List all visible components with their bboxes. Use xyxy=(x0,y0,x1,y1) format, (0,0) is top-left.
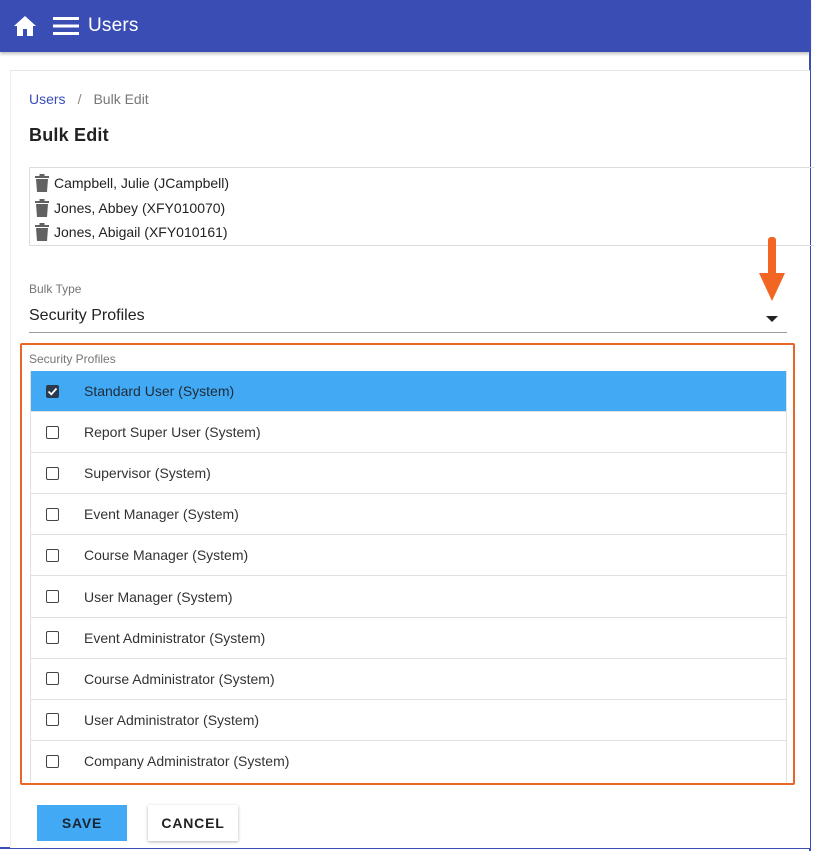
security-profile-option[interactable]: Company Administrator (System) xyxy=(31,740,786,782)
security-profile-option[interactable]: Course Administrator (System) xyxy=(31,658,786,700)
security-profile-label: Event Manager (System) xyxy=(84,506,239,523)
security-profile-label: Course Manager (System) xyxy=(84,547,249,564)
breadcrumb: Users / Bulk Edit xyxy=(29,91,149,107)
selected-users-list: Campbell, Julie (JCampbell) Jones, Abbey… xyxy=(29,167,814,246)
security-profile-label: Event Administrator (System) xyxy=(84,629,266,646)
app-bar: Users xyxy=(0,0,810,52)
security-profile-option[interactable]: User Administrator (System) xyxy=(31,699,786,741)
security-profile-option[interactable]: Event Manager (System) xyxy=(31,494,786,536)
orange-arrow-annotation-icon xyxy=(759,237,785,301)
security-profile-label: User Manager (System) xyxy=(84,588,233,605)
security-profile-option[interactable]: Course Manager (System) xyxy=(31,535,786,577)
bulk-type-select[interactable]: Security Profiles xyxy=(29,303,787,333)
selected-user-name: Jones, Abbey (XFY010070) xyxy=(54,199,226,216)
checkbox-unchecked-icon[interactable] xyxy=(46,713,59,727)
security-profile-label: Company Administrator (System) xyxy=(84,753,290,770)
checkbox-unchecked-icon[interactable] xyxy=(46,425,59,439)
hamburger-menu-icon[interactable] xyxy=(52,13,80,39)
selected-user-name: Jones, Abigail (XFY010161) xyxy=(54,224,228,241)
security-profiles-label: Security Profiles xyxy=(29,352,116,366)
security-profile-option[interactable]: Standard User (System) xyxy=(31,371,786,413)
checkbox-checked-icon[interactable] xyxy=(46,384,59,398)
breadcrumb-separator: / xyxy=(77,91,82,107)
security-profile-label: User Administrator (System) xyxy=(84,711,260,728)
security-profile-option[interactable]: Supervisor (System) xyxy=(31,453,786,495)
security-profile-option[interactable]: Report Super User (System) xyxy=(31,412,786,454)
selected-user-name: Campbell, Julie (JCampbell) xyxy=(54,175,230,192)
checkbox-unchecked-icon[interactable] xyxy=(46,507,59,521)
security-profile-label: Standard User (System) xyxy=(84,383,235,400)
save-button[interactable]: SAVE xyxy=(37,805,127,841)
security-profile-label: Course Administrator (System) xyxy=(84,670,275,687)
selected-user-row: Campbell, Julie (JCampbell) xyxy=(35,171,814,196)
page-title: Bulk Edit xyxy=(29,125,109,145)
security-profiles-list: Standard User (System) Report Super User … xyxy=(30,371,787,782)
trash-icon[interactable] xyxy=(35,174,49,193)
cancel-button[interactable]: CANCEL xyxy=(148,805,238,841)
checkbox-unchecked-icon[interactable] xyxy=(46,548,59,562)
bulk-type-value: Security Profiles xyxy=(29,307,145,324)
selected-user-row: Jones, Abbey (XFY010070) xyxy=(35,196,814,221)
app-title: Users xyxy=(88,15,139,36)
bulk-type-label: Bulk Type xyxy=(29,282,82,296)
home-icon[interactable] xyxy=(12,13,38,39)
checkbox-unchecked-icon[interactable] xyxy=(46,672,59,686)
checkbox-unchecked-icon[interactable] xyxy=(46,590,59,604)
breadcrumb-current: Bulk Edit xyxy=(93,91,149,107)
checkbox-unchecked-icon[interactable] xyxy=(46,631,59,645)
security-profile-label: Report Super User (System) xyxy=(84,424,261,441)
caret-down-icon[interactable] xyxy=(766,316,778,322)
trash-icon[interactable] xyxy=(35,223,49,242)
trash-icon[interactable] xyxy=(35,198,49,217)
breadcrumb-link-users[interactable]: Users xyxy=(29,91,66,107)
selected-user-row: Jones, Abigail (XFY010161) xyxy=(35,220,814,245)
checkbox-unchecked-icon[interactable] xyxy=(46,466,59,480)
security-profile-label: Supervisor (System) xyxy=(84,465,211,482)
security-profile-option[interactable]: Event Administrator (System) xyxy=(31,617,786,659)
security-profile-option[interactable]: User Manager (System) xyxy=(31,576,786,618)
checkbox-unchecked-icon[interactable] xyxy=(46,754,59,768)
